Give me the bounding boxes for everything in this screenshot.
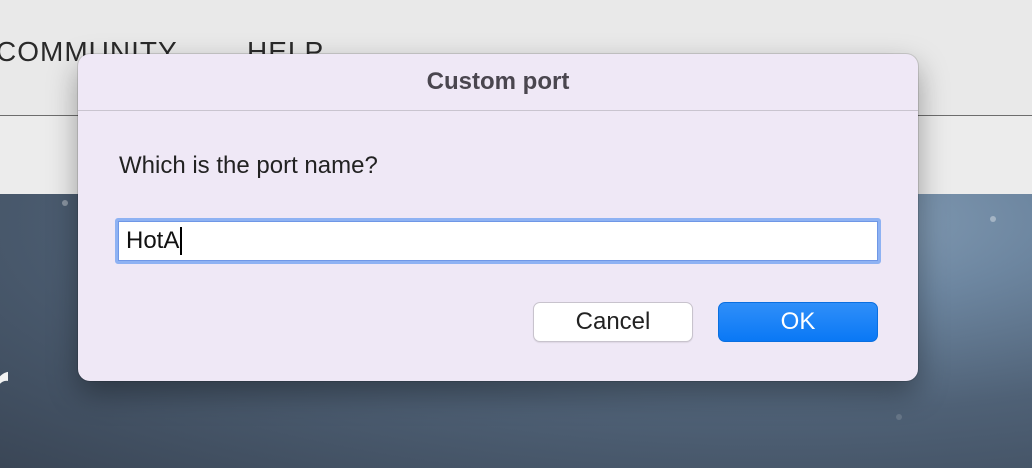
sparkle-dot <box>62 200 68 206</box>
text-caret <box>180 227 183 255</box>
dialog-message: Which is the port name? <box>119 152 378 179</box>
ok-button[interactable]: OK <box>718 302 878 342</box>
port-name-input[interactable]: HotA <box>115 218 881 264</box>
sparkle-dot <box>990 216 996 222</box>
ok-button-label: OK <box>780 308 816 335</box>
dialog-title: Custom port <box>426 68 570 95</box>
port-name-input-value: HotA <box>126 227 180 254</box>
custom-port-dialog: Custom port Which is the port name? HotA… <box>78 54 918 381</box>
sparkle-dot <box>896 414 902 420</box>
cancel-button[interactable]: Cancel <box>533 302 693 342</box>
screen: COMMUNITY HELP n Custom port Which is th… <box>0 0 1032 468</box>
cancel-button-label: Cancel <box>575 308 651 335</box>
dialog-titlebar: Custom port <box>78 54 918 111</box>
hero-heading-fragment: n <box>0 345 8 435</box>
